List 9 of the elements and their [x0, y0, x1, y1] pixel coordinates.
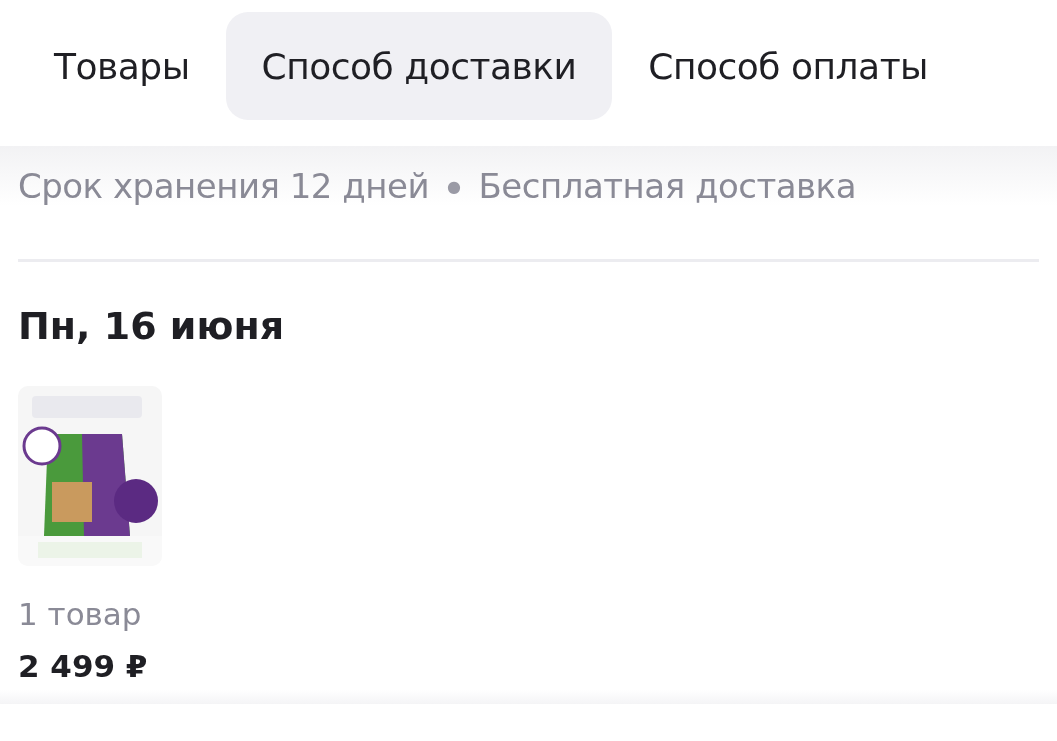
total-price: 2 499 ₽ [18, 648, 149, 684]
tab[interactable]: Товары [20, 12, 226, 120]
tab[interactable]: Способ доставки [225, 12, 613, 120]
shipping-info: Бесплатная доставка [478, 166, 856, 206]
tab[interactable]: Способ оплаты [612, 12, 965, 120]
item-count: 1 товар [18, 596, 143, 632]
storage-period: Срок хранения 12 дней [18, 166, 430, 206]
delivery-date: Пн, 16 июня [18, 304, 286, 348]
separator-dot: ● [447, 176, 461, 196]
